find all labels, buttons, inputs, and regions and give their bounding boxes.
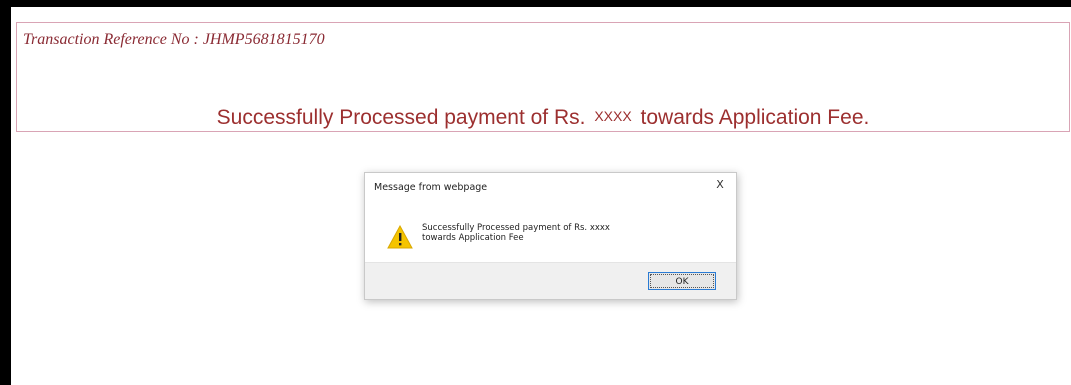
dialog-message-line1: Successfully Processed payment of Rs. xx…	[422, 223, 610, 233]
dialog-footer: OK	[365, 262, 736, 299]
warning-icon	[387, 225, 413, 249]
dialog-message: Successfully Processed payment of Rs. xx…	[422, 223, 622, 243]
ok-button[interactable]: OK	[648, 272, 716, 290]
close-icon[interactable]: X	[712, 177, 728, 193]
transaction-reference: Transaction Reference No : JHMP568181517…	[23, 31, 325, 48]
success-message-suffix: towards Application Fee.	[640, 106, 870, 129]
success-message: Successfully Processed payment of Rs. XX…	[17, 106, 1069, 130]
success-message-prefix: Successfully Processed payment of Rs.	[216, 106, 586, 129]
dialog-title: Message from webpage	[374, 182, 488, 193]
payment-amount: XXXX	[594, 108, 632, 124]
ok-button-label: OK	[650, 274, 714, 288]
payment-status-banner: Transaction Reference No : JHMP568181517…	[16, 22, 1070, 132]
dialog-message-line2: towards Application Fee	[422, 233, 524, 243]
message-dialog: Message from webpage X Successfully Proc…	[364, 172, 737, 300]
